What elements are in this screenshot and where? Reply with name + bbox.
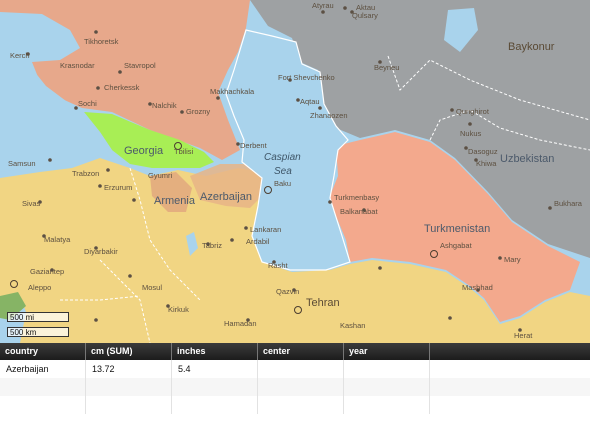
table-row-empty [0, 396, 590, 414]
city-label: Ardabil [246, 237, 270, 246]
table-row[interactable]: Azerbaijan 13.72 5.4 [0, 360, 590, 378]
country-label-uzbekistan: Uzbekistan [500, 153, 554, 165]
city-label: Gyumri [148, 171, 173, 180]
cell-cm-sum: 13.72 [86, 360, 172, 378]
column-header-cm-sum[interactable]: cm (SUM) [86, 343, 172, 360]
map-canvas[interactable]: Aktau Qulsary Atyrau Baykonur Beyneu For… [0, 0, 590, 343]
city-label: Lankaran [250, 225, 281, 234]
city-label: Qunghirot [456, 107, 490, 116]
city-label: Tikhoretsk [84, 37, 119, 46]
city-label: Ashgabat [440, 241, 473, 250]
city-label: Nalchik [152, 101, 177, 110]
cell-year [344, 360, 430, 378]
city-label: Kashan [340, 321, 365, 330]
city-label: Herat [514, 331, 533, 340]
city-label: Rasht [268, 261, 289, 270]
cell-country: Azerbaijan [0, 360, 86, 378]
cell-center [258, 360, 344, 378]
city-label: Fort Shevchenko [278, 73, 335, 82]
city-label: Qazvin [276, 287, 299, 296]
cell-inches: 5.4 [172, 360, 258, 378]
column-header-year[interactable]: year [344, 343, 430, 360]
city-label: Kerch [10, 51, 30, 60]
country-label-georgia: Georgia [124, 145, 164, 157]
city-label: Mashhad [462, 283, 493, 292]
city-label: Sivas [22, 199, 41, 208]
data-table: country cm (SUM) inches center year Azer… [0, 343, 590, 421]
column-header-country[interactable]: country [0, 343, 86, 360]
map-view[interactable]: Aktau Qulsary Atyrau Baykonur Beyneu For… [0, 0, 590, 343]
city-label: Gaziantep [30, 267, 64, 276]
city-label: Zhanaozen [310, 111, 348, 120]
city-label: Tabriz [202, 241, 222, 250]
country-label-armenia: Armenia [154, 195, 196, 207]
city-label: Aqtau [300, 97, 320, 106]
city-label: Tbilisi [174, 147, 194, 156]
city-label: Qulsary [352, 11, 378, 20]
city-label: Turkmenbasy [334, 193, 379, 202]
column-header-empty [430, 343, 590, 360]
city-label: Sochi [78, 99, 97, 108]
city-label: Baku [274, 179, 291, 188]
city-label: Atyrau [312, 1, 334, 10]
table-row-empty [0, 378, 590, 396]
city-label: Mary [504, 255, 521, 264]
country-label-azerbaijan: Azerbaijan [200, 191, 252, 203]
city-label: Khiwa [476, 159, 497, 168]
scale-miles: 500 mi [7, 312, 69, 322]
city-label: Derbent [240, 141, 268, 150]
country-label-turkmenistan: Turkmenistan [424, 223, 490, 235]
city-label-tehran: Tehran [306, 297, 340, 309]
city-label: Beyneu [374, 63, 399, 72]
city-label: Mosul [142, 283, 162, 292]
city-label: Cherkessk [104, 83, 140, 92]
city-label: Dasoguz [468, 147, 498, 156]
city-label: Bukhara [554, 199, 583, 208]
city-label: Samsun [8, 159, 36, 168]
city-label: Diyarbakir [84, 247, 118, 256]
table-header: country cm (SUM) inches center year [0, 343, 590, 360]
city-label: Hamadan [224, 319, 257, 328]
city-label: Kirkuk [168, 305, 189, 314]
city-label: Grozny [186, 107, 210, 116]
city-label: Stavropol [124, 61, 156, 70]
city-label-baykonur: Baykonur [508, 41, 555, 53]
city-label: Krasnodar [60, 61, 95, 70]
city-label: Balkanabat [340, 207, 378, 216]
column-header-inches[interactable]: inches [172, 343, 258, 360]
caspian-label-line1: Caspian [264, 152, 301, 163]
city-label: Makhachkala [210, 87, 255, 96]
caspian-label-line2: Sea [274, 166, 292, 177]
city-label: Trabzon [72, 169, 99, 178]
city-label: Nukus [460, 129, 482, 138]
city-label: Malatya [44, 235, 71, 244]
city-label: Erzurum [104, 183, 132, 192]
city-label: Aleppo [28, 283, 51, 292]
cell-empty [430, 360, 590, 378]
column-header-center[interactable]: center [258, 343, 344, 360]
scale-km: 500 km [7, 327, 69, 337]
